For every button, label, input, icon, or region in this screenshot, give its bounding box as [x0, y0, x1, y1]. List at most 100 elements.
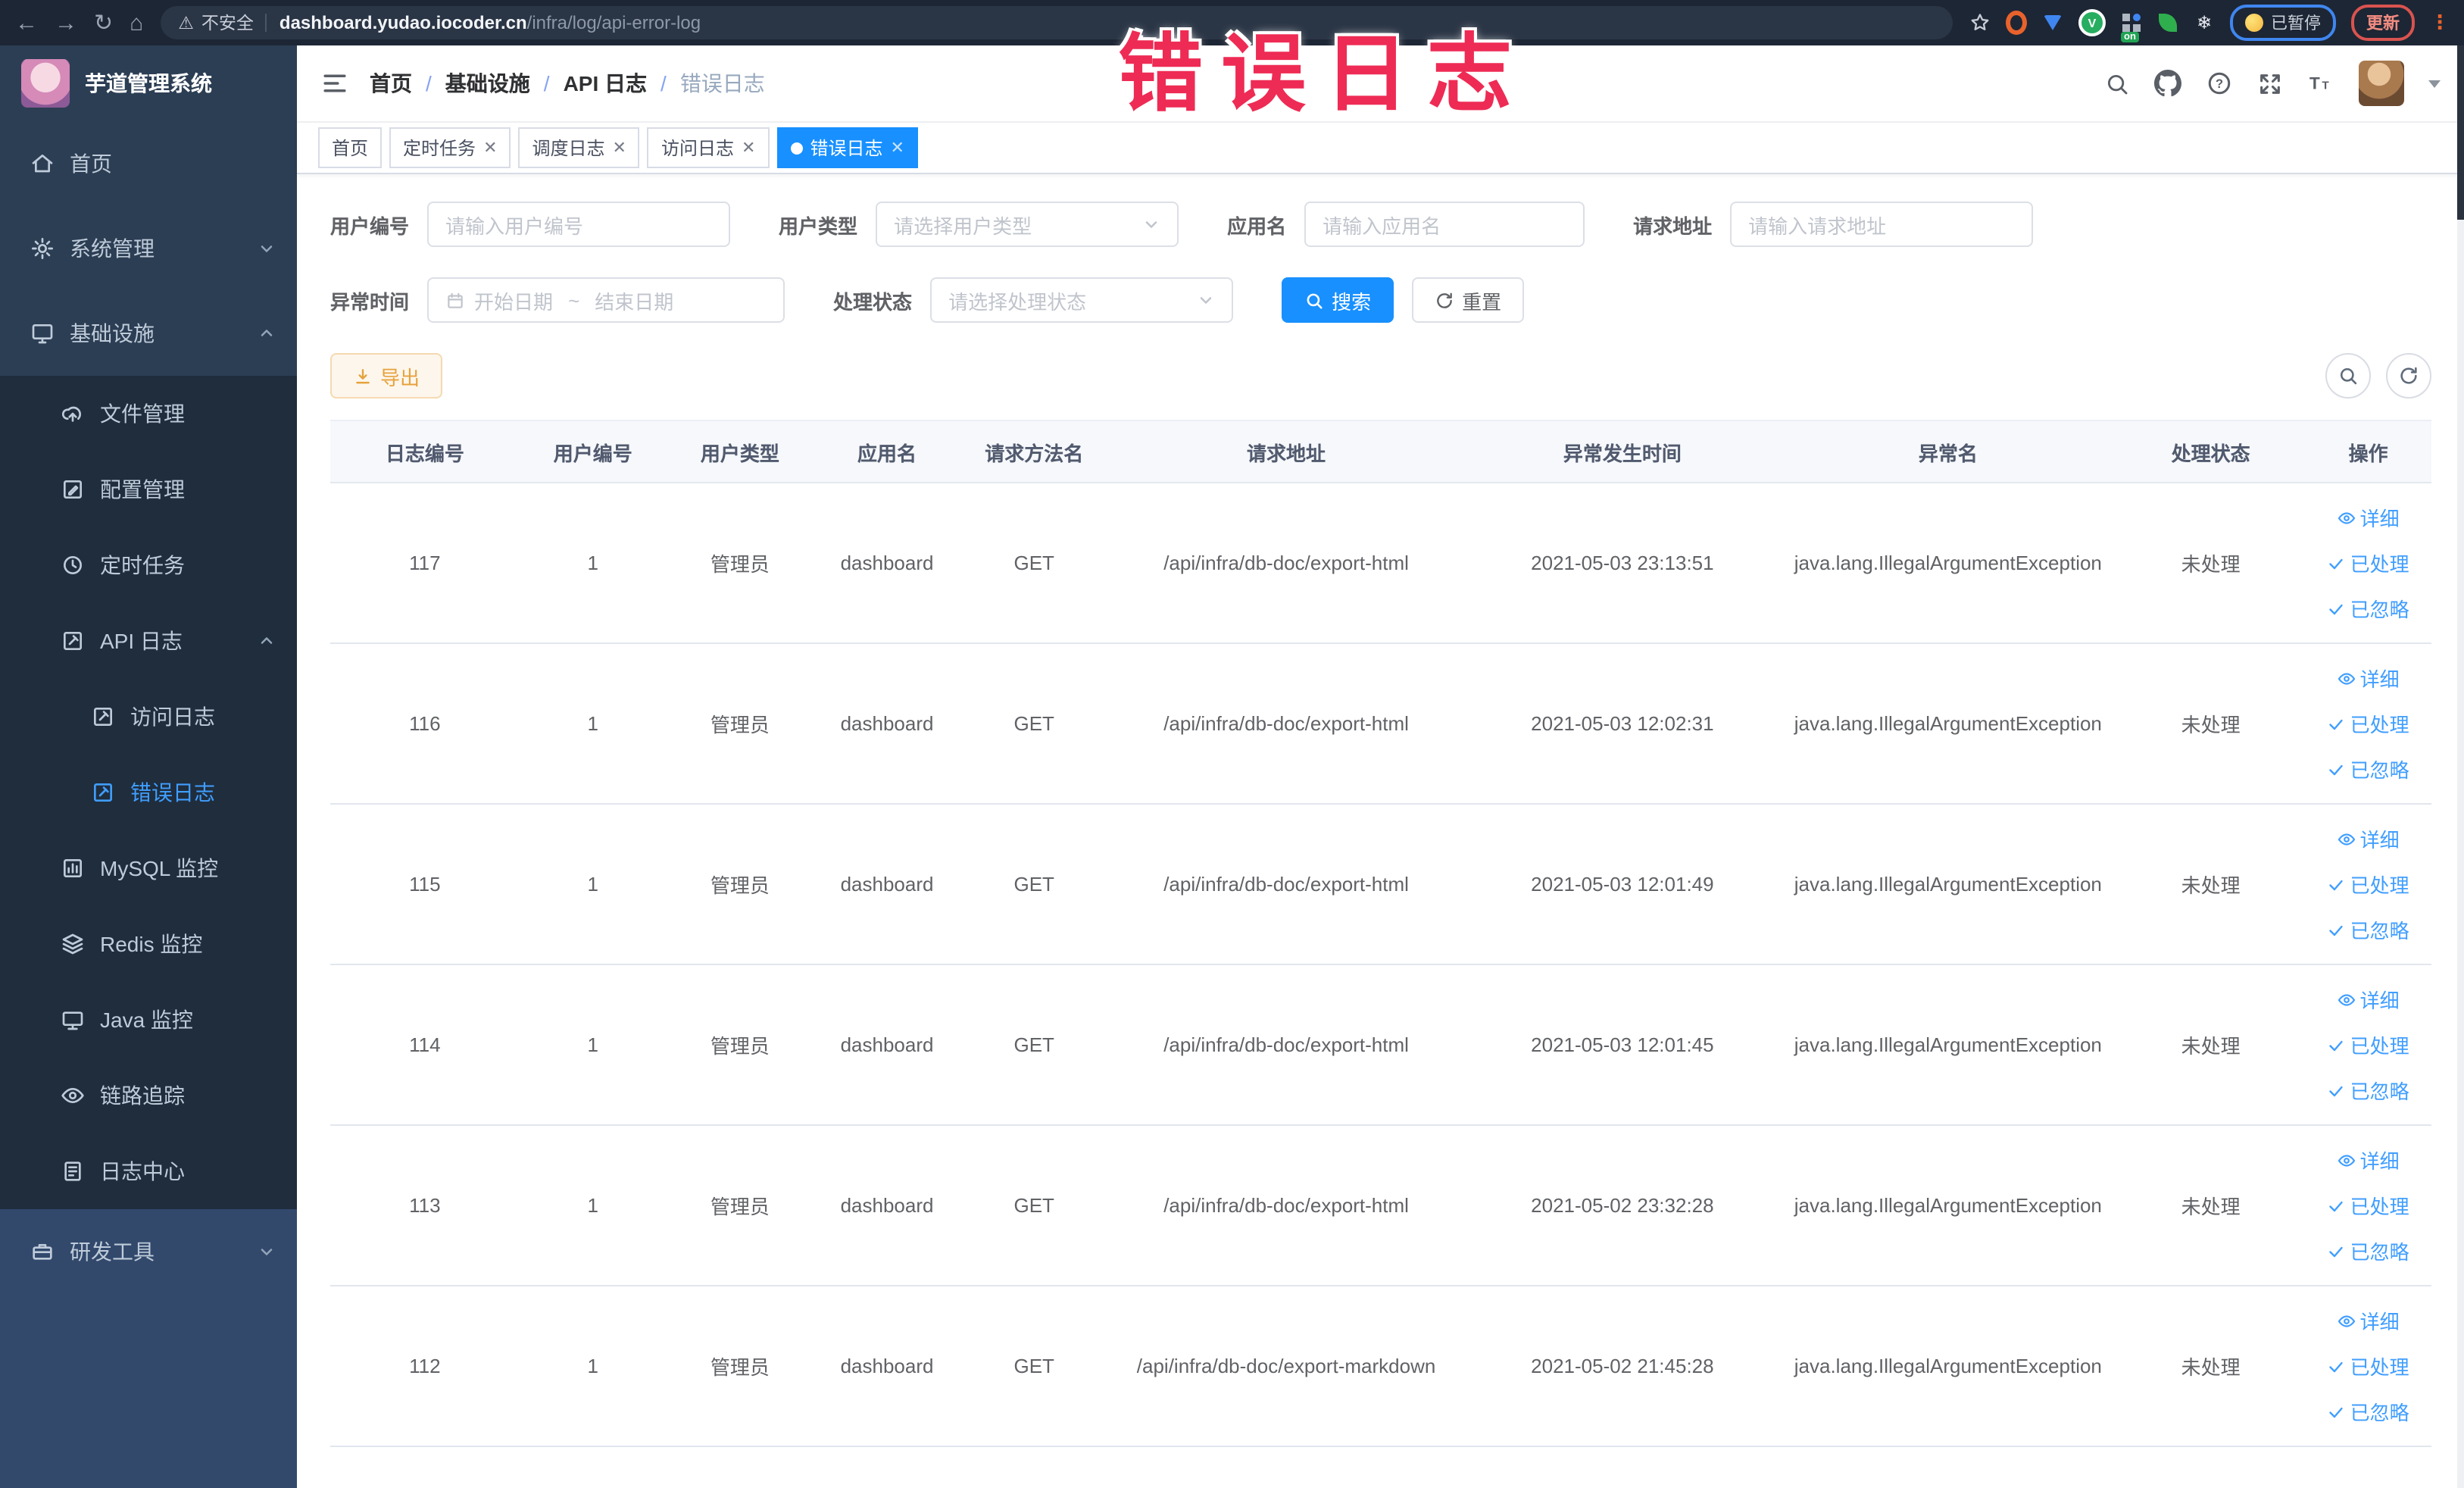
mark-ignored-link[interactable]: 已忽略 [2328, 594, 2409, 623]
cell-user-id: 1 [587, 1033, 598, 1056]
mark-ignored-link[interactable]: 已忽略 [2328, 1397, 2409, 1426]
hamburger-icon[interactable] [321, 70, 348, 97]
tab-error-log[interactable]: 错误日志 ✕ [776, 127, 918, 168]
exception-time-range-picker[interactable]: 开始日期 ~ 结束日期 [427, 277, 785, 323]
browser-back-button[interactable]: ← [15, 11, 38, 34]
process-status-select[interactable]: 请选择处理状态 [930, 277, 1234, 323]
sidebar-item-redis-monitor[interactable]: Redis 监控 [0, 906, 297, 982]
extension-v-icon[interactable]: V [2078, 9, 2106, 36]
mark-ignored-link[interactable]: 已忽略 [2328, 915, 2409, 944]
user-avatar[interactable] [2359, 61, 2404, 106]
sidebar-item-error-log[interactable]: 错误日志 [0, 755, 297, 830]
app-name-input[interactable]: 请输入应用名 [1304, 202, 1585, 247]
breadcrumb-api-log[interactable]: API 日志 [564, 68, 647, 98]
mark-processed-link[interactable]: 已处理 [2328, 709, 2409, 738]
github-icon[interactable] [2154, 70, 2181, 97]
browser-update-button[interactable]: 更新 [2351, 5, 2415, 41]
search-button[interactable]: 搜索 [1282, 277, 1394, 323]
sidebar-item-label: 系统管理 [70, 236, 155, 261]
mark-ignored-link[interactable]: 已忽略 [2328, 1076, 2409, 1105]
app-logo-image [21, 59, 70, 108]
sidebar-item-log-center[interactable]: 日志中心 [0, 1133, 297, 1209]
sidebar-item-java-monitor[interactable]: Java 监控 [0, 982, 297, 1058]
scrollbar-thumb[interactable] [2457, 45, 2464, 220]
sidebar-item-system[interactable]: 系统管理 [0, 206, 297, 291]
page-url[interactable]: dashboard.yudao.iocoder.cn/infra/log/api… [280, 12, 701, 33]
mark-processed-link[interactable]: 已处理 [2328, 1352, 2409, 1380]
sidebar-item-api-log[interactable]: API 日志 [0, 603, 297, 679]
page-scrollbar[interactable] [2457, 45, 2464, 1488]
screenshot-root: ← → ↻ ⌂ ⚠ 不安全 dashboard.yudao.iocoder.cn… [0, 0, 2464, 1488]
browser-home-button[interactable]: ⌂ [130, 11, 143, 34]
tab-scheduled-jobs[interactable]: 定时任务 ✕ [389, 127, 511, 168]
mark-processed-link[interactable]: 已处理 [2328, 870, 2409, 899]
check-icon [2329, 879, 2344, 890]
extension-grid-icon[interactable]: on [2121, 12, 2142, 42]
sidebar-item-access-log[interactable]: 访问日志 [0, 679, 297, 755]
reset-button[interactable]: 重置 [1412, 277, 1525, 323]
extension-leaf-icon[interactable] [2157, 12, 2178, 33]
table-header: 日志编号 用户编号 用户类型 应用名 请求方法名 请求地址 异常发生时间 异常名… [330, 421, 2431, 483]
tab-schedule-log[interactable]: 调度日志 ✕ [518, 127, 640, 168]
detail-link[interactable]: 详细 [2338, 985, 2400, 1014]
security-warning-icon[interactable]: ⚠ 不安全 [178, 11, 254, 35]
user-type-label: 用户类型 [779, 214, 858, 237]
cell-user-type: 管理员 [710, 1196, 770, 1218]
sidebar-item-scheduled-jobs[interactable]: 定时任务 [0, 527, 297, 603]
url-bar[interactable]: ⚠ 不安全 dashboard.yudao.iocoder.cn/infra/l… [160, 6, 1953, 39]
sidebar-item-file-management[interactable]: 文件管理 [0, 376, 297, 452]
detail-link[interactable]: 详细 [2338, 1146, 2400, 1174]
browser-forward-button[interactable]: → [55, 11, 77, 34]
app-logo[interactable]: 芋道管理系统 [0, 45, 297, 121]
detail-link[interactable]: 详细 [2338, 1306, 2400, 1335]
request-url-input[interactable]: 请输入请求地址 [1730, 202, 2034, 247]
help-icon[interactable]: ? [2206, 70, 2233, 97]
close-icon[interactable]: ✕ [742, 138, 755, 158]
calendar-icon [448, 292, 463, 308]
bookmark-star-icon[interactable] [1969, 12, 1991, 33]
check-icon [2329, 603, 2344, 614]
avatar-caret-down-icon[interactable] [2428, 80, 2441, 87]
user-id-input[interactable]: 请输入用户编号 [427, 202, 731, 247]
detail-link[interactable]: 详细 [2338, 824, 2400, 853]
cell-app-name: dashboard [840, 1194, 934, 1217]
tab-access-log[interactable]: 访问日志 ✕ [647, 127, 770, 168]
detail-link[interactable]: 详细 [2338, 503, 2400, 532]
font-size-icon[interactable]: TT [2307, 70, 2334, 97]
browser-reload-button[interactable]: ↻ [94, 11, 113, 34]
search-icon[interactable] [2104, 70, 2130, 96]
extension-vpn-icon[interactable] [2042, 12, 2063, 33]
breadcrumb-infrastructure[interactable]: 基础设施 [445, 68, 530, 98]
edit-square-icon [94, 708, 112, 726]
cell-app-name: dashboard [840, 552, 934, 574]
user-type-select[interactable]: 请选择用户类型 [876, 202, 1179, 247]
breadcrumb-home[interactable]: 首页 [370, 68, 412, 98]
browser-menu-icon[interactable]: ⋮ [2430, 11, 2450, 35]
sidebar-item-mysql-monitor[interactable]: MySQL 监控 [0, 830, 297, 906]
export-button[interactable]: 导出 [330, 353, 443, 399]
close-icon[interactable]: ✕ [890, 138, 904, 158]
mark-processed-link[interactable]: 已处理 [2328, 1191, 2409, 1220]
sidebar-item-tracing[interactable]: 链路追踪 [0, 1058, 297, 1133]
sidebar-item-home[interactable]: 首页 [0, 121, 297, 206]
mark-ignored-link[interactable]: 已忽略 [2328, 755, 2409, 783]
close-icon[interactable]: ✕ [613, 138, 626, 158]
paused-extension-badge[interactable]: 已暂停 [2230, 5, 2336, 41]
mark-processed-link[interactable]: 已处理 [2328, 549, 2409, 577]
tab-home[interactable]: 首页 [318, 127, 383, 168]
table-row: 112 1 管理员 dashboard GET /api/infra/db-do… [330, 1286, 2431, 1447]
extensions-puzzle-icon[interactable]: ❄ [2194, 12, 2215, 33]
mark-processed-link[interactable]: 已处理 [2328, 1030, 2409, 1059]
extension-adblock-icon[interactable] [2006, 11, 2027, 35]
mark-ignored-link[interactable]: 已忽略 [2328, 1236, 2409, 1265]
detail-link[interactable]: 详细 [2338, 664, 2400, 692]
cell-status: 未处理 [2181, 714, 2241, 736]
sidebar-item-config-management[interactable]: 配置管理 [0, 452, 297, 527]
cell-exception-time: 2021-05-03 12:02:31 [1531, 712, 1714, 735]
sidebar-item-dev-tools[interactable]: 研发工具 [0, 1209, 297, 1294]
toggle-search-button[interactable] [2325, 353, 2371, 399]
refresh-table-button[interactable] [2386, 353, 2431, 399]
sidebar-item-infrastructure[interactable]: 基础设施 [0, 291, 297, 376]
close-icon[interactable]: ✕ [483, 138, 497, 158]
fullscreen-icon[interactable] [2257, 70, 2283, 96]
